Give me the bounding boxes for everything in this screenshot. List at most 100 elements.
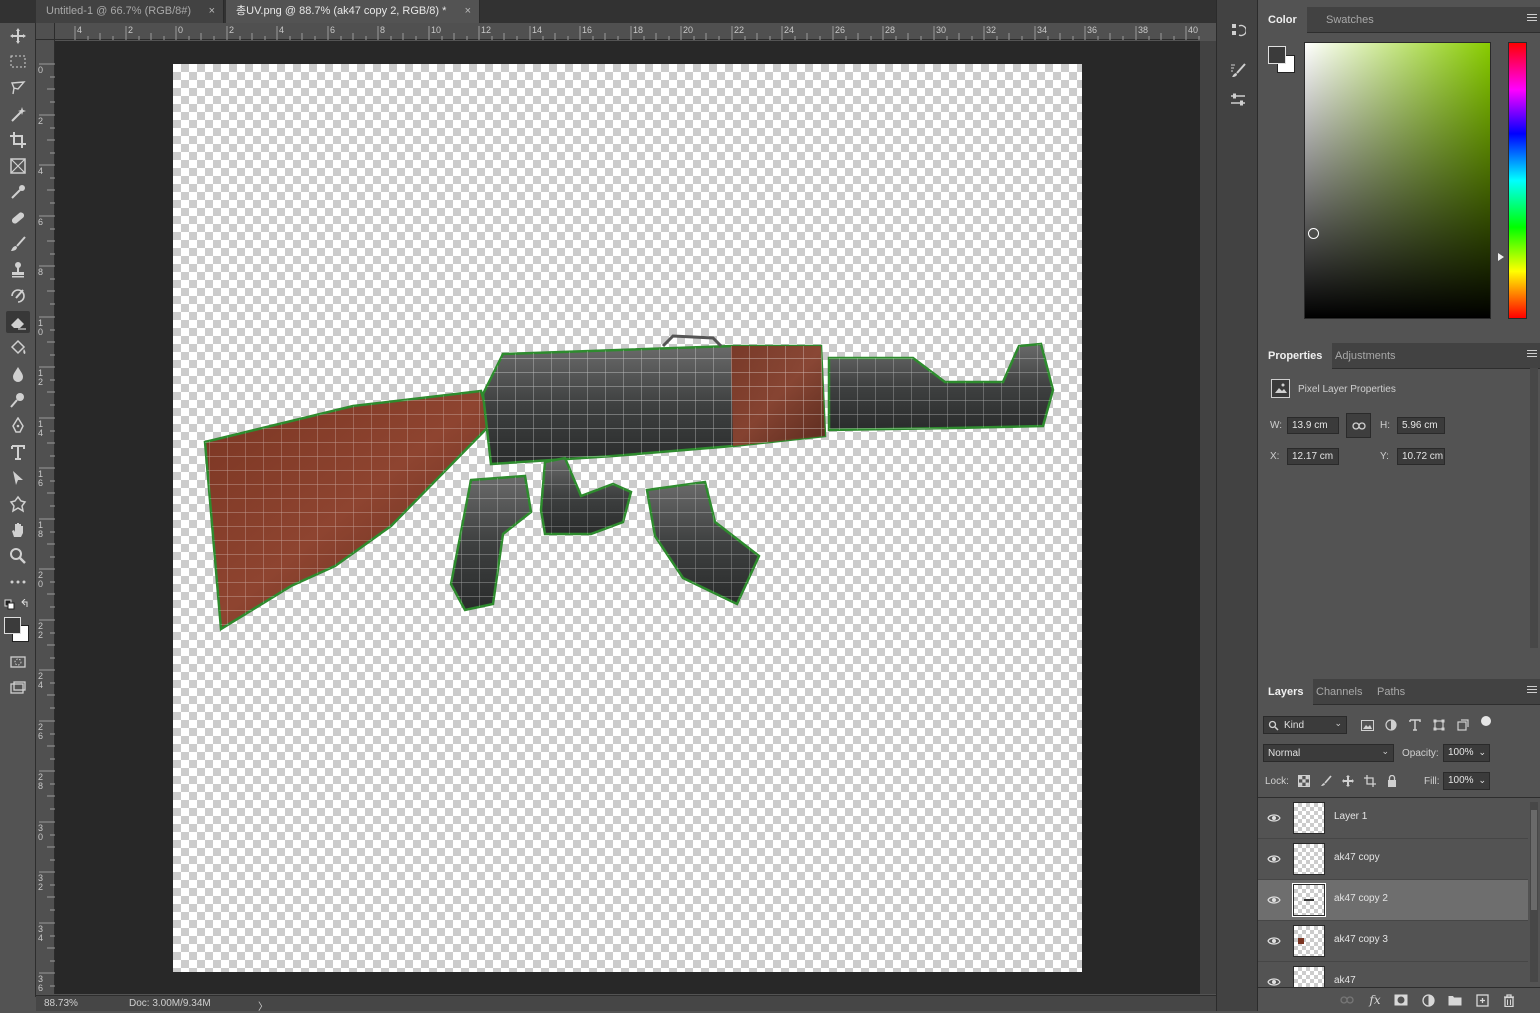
x-field[interactable]: 12.17 cm (1287, 448, 1339, 465)
eraser-tool-icon[interactable] (6, 311, 30, 333)
layer-row[interactable]: Layer 1 (1258, 798, 1528, 839)
tab-adjustments[interactable]: Adjustments (1325, 343, 1406, 369)
panel-menu-icon[interactable] (1527, 686, 1537, 696)
lock-position-icon[interactable] (1340, 773, 1356, 789)
hand-tool-icon[interactable] (6, 519, 30, 541)
new-group-icon[interactable] (1447, 992, 1463, 1008)
clone-stamp-icon[interactable] (6, 259, 30, 281)
panel-menu-icon[interactable] (1527, 350, 1537, 360)
foreground-color-swatch[interactable] (1268, 46, 1286, 64)
foreground-color-swatch[interactable] (4, 617, 21, 634)
eye-icon[interactable] (1267, 811, 1281, 825)
history-brush-icon[interactable] (6, 285, 30, 307)
add-mask-icon[interactable] (1393, 992, 1409, 1008)
link-dimensions-button[interactable] (1346, 413, 1371, 438)
layer-thumbnail[interactable] (1292, 883, 1326, 917)
layers-scrollbar[interactable] (1530, 802, 1538, 982)
crop-tool-icon[interactable] (6, 129, 30, 151)
healing-brush-icon[interactable] (6, 207, 30, 229)
lock-pixels-icon[interactable] (1318, 773, 1334, 789)
width-field[interactable]: 13.9 cm (1287, 417, 1339, 434)
more-tools-icon[interactable] (6, 571, 30, 593)
close-icon[interactable]: × (465, 0, 471, 22)
link-layers-icon[interactable] (1339, 992, 1355, 1008)
layer-name[interactable]: ak47 copy 3 (1334, 934, 1388, 945)
new-layer-icon[interactable] (1474, 992, 1490, 1008)
lock-transparent-icon[interactable] (1296, 773, 1312, 789)
layer-name[interactable]: ak47 copy (1334, 852, 1380, 863)
color-swatches[interactable] (4, 617, 30, 643)
trash-icon[interactable] (1501, 992, 1517, 1008)
dodge-tool-icon[interactable] (6, 389, 30, 411)
eye-icon[interactable] (1267, 975, 1281, 987)
filter-pixel-icon[interactable] (1359, 717, 1375, 733)
tab-swatches[interactable]: Swatches (1316, 7, 1384, 33)
layer-row[interactable]: ak47 copy (1258, 839, 1528, 880)
tab-color[interactable]: Color (1258, 7, 1307, 33)
hue-slider[interactable] (1508, 42, 1527, 319)
blend-mode-select[interactable]: Normal ⌄ (1263, 744, 1394, 762)
lock-artboard-icon[interactable] (1362, 773, 1378, 789)
vertical-scrollbar[interactable] (1200, 41, 1216, 994)
close-icon[interactable]: × (209, 0, 215, 22)
layer-row[interactable]: ak47 copy 3 (1258, 921, 1528, 962)
tab-uv-png[interactable]: 총UV.png @ 88.7% (ak47 copy 2, RGB/8) * × (226, 0, 480, 23)
tab-properties[interactable]: Properties (1258, 343, 1333, 369)
layer-name[interactable]: ak47 (1334, 975, 1356, 986)
layer-thumbnail[interactable] (1293, 925, 1325, 957)
move-tool-icon[interactable] (6, 25, 30, 47)
properties-scrollbar[interactable] (1530, 368, 1538, 648)
horizontal-ruler[interactable]: 4 2 0 2 4 6 8 10 12 14 16 18 20 22 24 26 28 30 32 34 36 38 40 (55, 23, 1200, 40)
y-field[interactable]: 10.72 cm (1397, 448, 1445, 465)
blur-tool-icon[interactable] (6, 363, 30, 385)
eyedropper-icon[interactable] (6, 181, 30, 203)
eye-icon[interactable] (1267, 852, 1281, 866)
adjustment-layer-icon[interactable] (1420, 992, 1436, 1008)
custom-shape-icon[interactable] (6, 493, 30, 515)
color-picker-field[interactable] (1304, 42, 1491, 319)
filter-shape-icon[interactable] (1431, 717, 1447, 733)
fx-icon[interactable]: fx (1367, 992, 1383, 1008)
path-selection-icon[interactable] (6, 467, 30, 489)
screen-mode-icon[interactable] (6, 677, 30, 699)
color-picker-cursor[interactable] (1308, 228, 1319, 239)
tab-paths[interactable]: Paths (1367, 679, 1415, 705)
layer-name[interactable]: Layer 1 (1334, 811, 1367, 822)
layer-thumbnail[interactable] (1293, 843, 1325, 875)
layer-row-selected[interactable]: ak47 copy 2 (1258, 880, 1528, 921)
canvas-area[interactable] (55, 41, 1200, 994)
filter-adjustment-icon[interactable] (1383, 717, 1399, 733)
brush-tool-icon[interactable] (6, 233, 30, 255)
pen-tool-icon[interactable] (6, 415, 30, 437)
eye-icon[interactable] (1267, 893, 1281, 907)
layers-scrollbar-thumb[interactable] (1531, 810, 1537, 910)
frame-tool-icon[interactable] (6, 155, 30, 177)
lasso-tool-icon[interactable] (6, 77, 30, 99)
tab-channels[interactable]: Channels (1306, 679, 1372, 705)
zoom-level[interactable]: 88.73% (44, 998, 78, 1009)
paint-bucket-icon[interactable] (6, 337, 30, 359)
opacity-field[interactable]: 100% ⌄ (1443, 744, 1490, 762)
ruler-origin[interactable] (36, 23, 55, 40)
layer-thumbnail[interactable] (1293, 802, 1325, 834)
filter-smart-object-icon[interactable] (1455, 717, 1471, 733)
hue-slider-marker[interactable] (1498, 253, 1504, 261)
fill-field[interactable]: 100% ⌄ (1443, 772, 1490, 790)
tab-untitled-1[interactable]: Untitled-1 @ 66.7% (RGB/8#) × (36, 0, 224, 23)
marquee-tool-icon[interactable] (6, 51, 30, 73)
vertical-ruler[interactable]: 0 2 4 6 8 10 12 14 16 18 20 22 24 26 28 30 32 34 36 (36, 40, 55, 994)
panel-menu-icon[interactable] (1527, 14, 1537, 24)
height-field[interactable]: 5.96 cm (1397, 417, 1445, 434)
layer-name[interactable]: ak47 copy 2 (1334, 893, 1388, 904)
color-panel-swatches[interactable] (1268, 46, 1298, 76)
magic-wand-icon[interactable] (6, 103, 30, 125)
layer-row[interactable]: ak47 (1258, 962, 1528, 987)
filter-toggle-icon[interactable] (1481, 716, 1491, 726)
layer-thumbnail[interactable] (1293, 966, 1325, 987)
quick-mask-icon[interactable] (6, 651, 30, 673)
layer-filter-select[interactable]: Kind ⌄ (1263, 716, 1347, 734)
zoom-tool-icon[interactable] (6, 545, 30, 567)
default-colors-icon[interactable] (4, 598, 30, 613)
adjustments-sliders-icon[interactable] (1228, 90, 1248, 110)
document-canvas[interactable] (173, 64, 1082, 972)
